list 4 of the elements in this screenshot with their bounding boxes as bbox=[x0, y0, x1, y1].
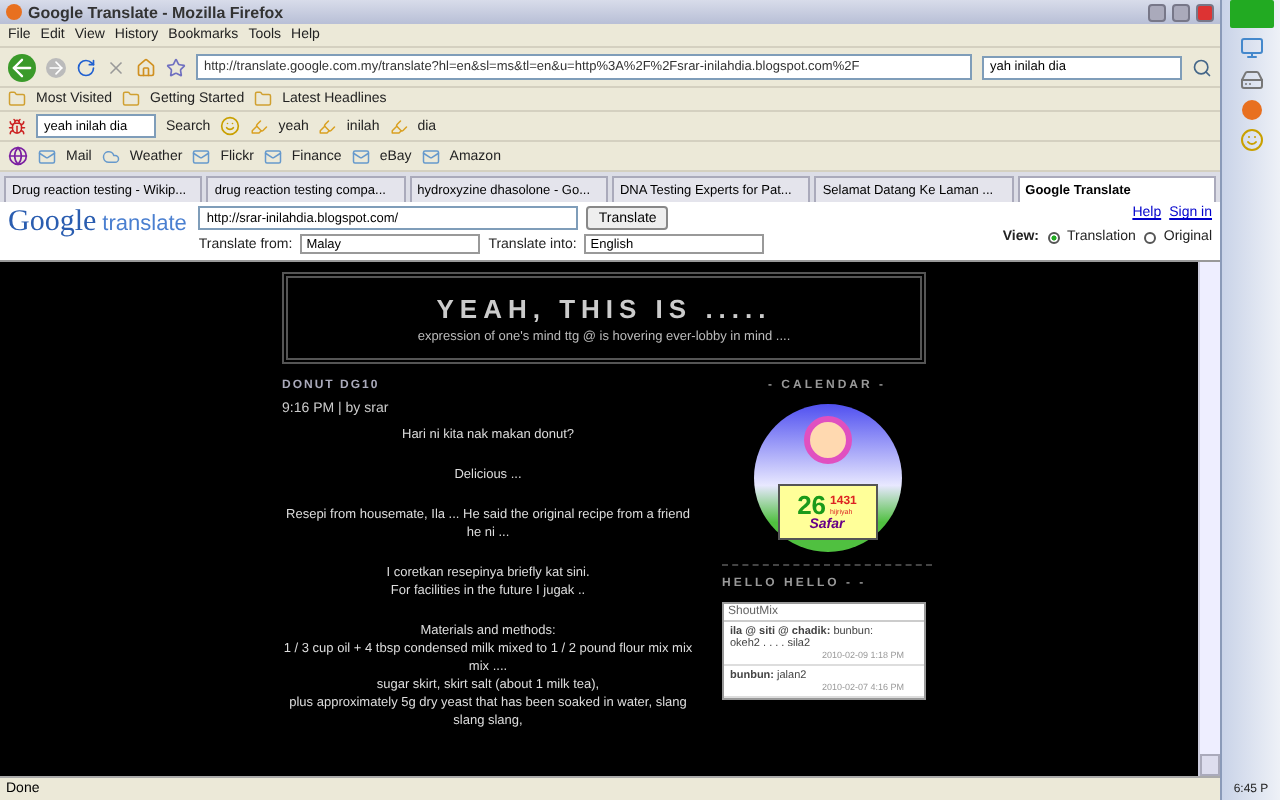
window-title: Google Translate - Mozilla Firefox bbox=[28, 3, 286, 21]
translate-logo: translate bbox=[102, 212, 187, 236]
google-logo: Google bbox=[8, 206, 97, 240]
blog-title: YEAH, THIS IS ..... bbox=[436, 293, 772, 323]
